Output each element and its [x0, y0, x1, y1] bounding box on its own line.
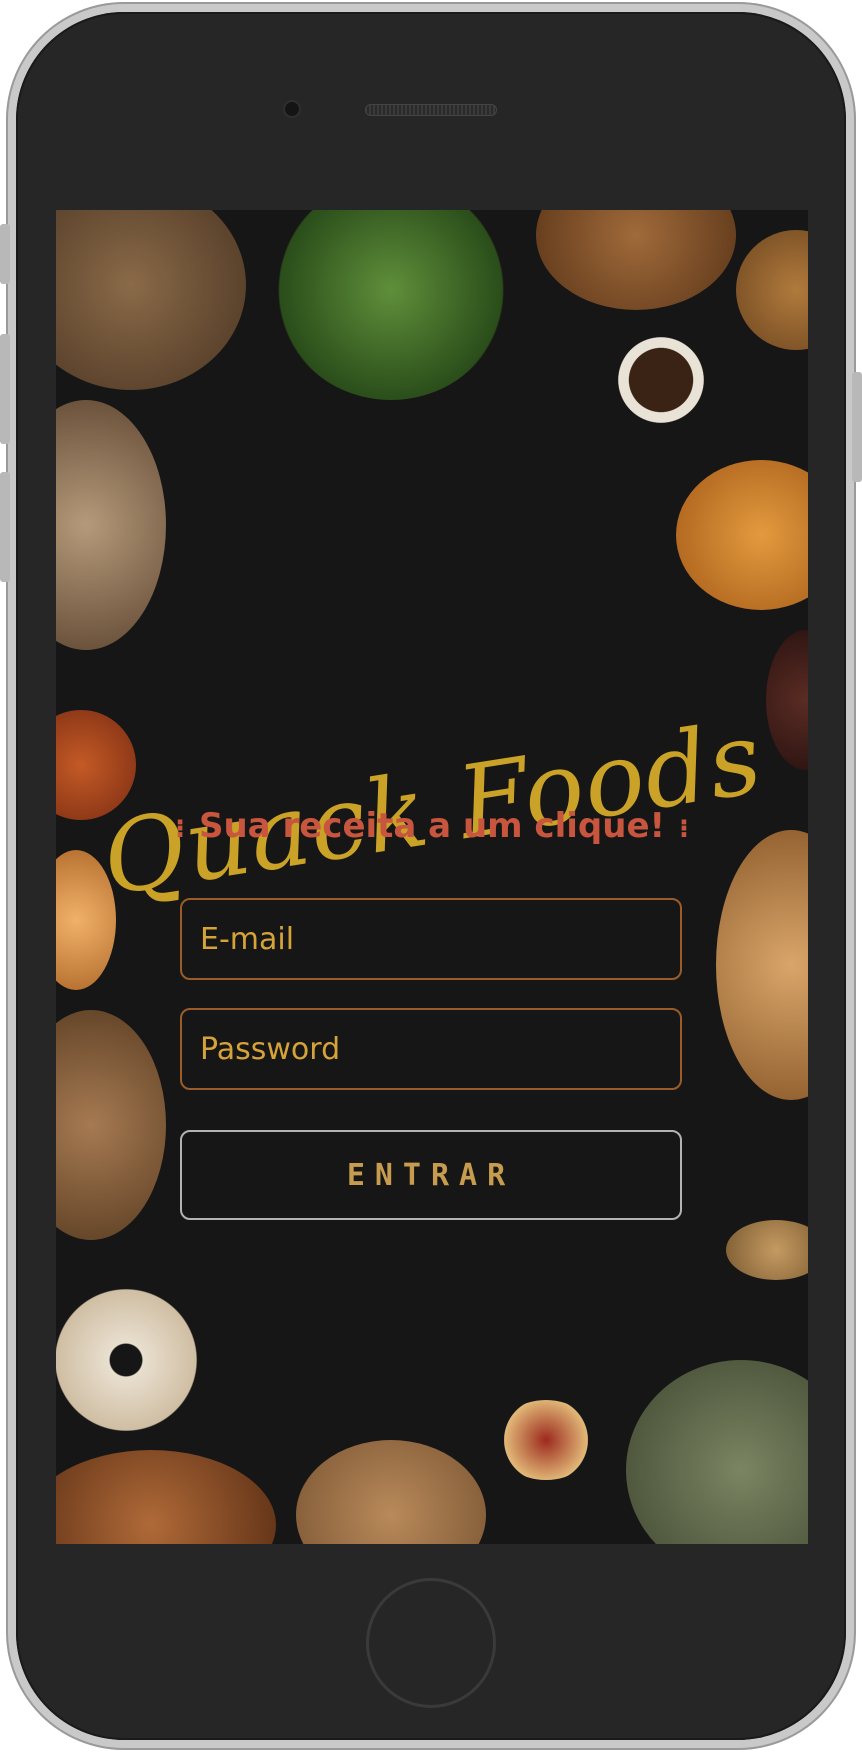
- front-camera: [285, 102, 299, 116]
- fern-leaf-image: [276, 210, 506, 400]
- password-field[interactable]: Password: [180, 1008, 682, 1090]
- roll-image: [736, 230, 808, 350]
- email-field[interactable]: E-mail: [180, 898, 682, 980]
- side-button-volume-up: [0, 334, 10, 444]
- home-button[interactable]: [366, 1578, 496, 1708]
- round-bread-image: [56, 1010, 166, 1240]
- side-button-volume-down: [0, 472, 10, 582]
- bread-loaf-image: [536, 210, 736, 310]
- side-button-mute: [0, 224, 10, 284]
- sparkle-icon: ⁝: [175, 814, 185, 844]
- fruit-tart-image: [496, 1400, 596, 1480]
- seed-stick-image: [726, 1220, 808, 1280]
- seeded-bagel-image: [716, 830, 808, 1100]
- bread-bottom-image: [56, 1450, 276, 1544]
- bagel-image: [56, 400, 166, 650]
- almonds-image: [296, 1440, 486, 1544]
- email-placeholder: E-mail: [200, 921, 295, 957]
- earpiece-speaker: [365, 104, 497, 116]
- login-screen: Quack Foods ⁝ Sua receita a um clique! ⁝ E…: [56, 210, 808, 1544]
- glazed-donut-image: [56, 1280, 206, 1440]
- coffee-cup-image: [611, 330, 711, 430]
- sparkle-icon: ⁝: [679, 814, 689, 844]
- password-placeholder: Password: [200, 1031, 341, 1067]
- login-button[interactable]: ENTRAR: [180, 1130, 682, 1220]
- side-button-power: [852, 372, 862, 482]
- orange-bun-image: [676, 460, 808, 610]
- tagline: ⁝ Sua receita a um clique! ⁝: [56, 806, 808, 846]
- green-bread-image: [626, 1360, 808, 1544]
- bread-slices-image: [56, 210, 246, 390]
- tagline-text: Sua receita a um clique!: [198, 806, 666, 846]
